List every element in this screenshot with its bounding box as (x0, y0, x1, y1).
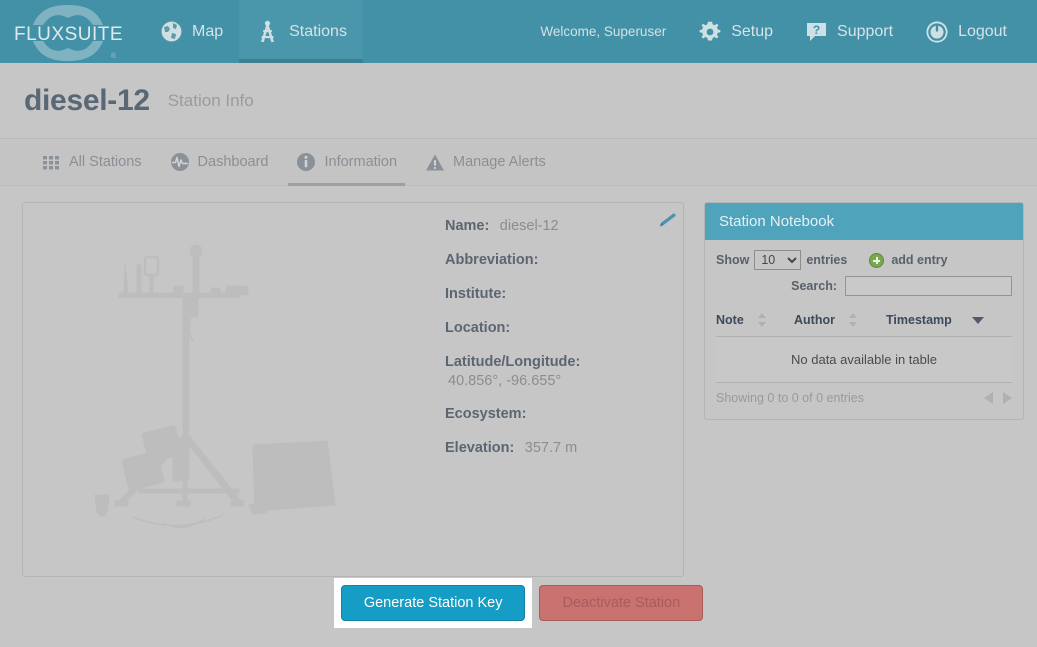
field-ecosystem: Ecosystem: (445, 405, 684, 423)
nav-label-support: Support (837, 23, 893, 41)
question-bubble-icon: ? (805, 20, 828, 43)
caret-left-icon[interactable] (984, 392, 993, 404)
notebook-search-row: Search: (716, 276, 1012, 296)
table-empty-row: No data available in table (716, 337, 1012, 383)
notebook-controls: Show 10 25 50 100 entries add entry (716, 250, 1012, 270)
action-button-row: Generate Station Key Deactivate Station (0, 578, 1037, 628)
notebook-footer: Showing 0 to 0 of 0 entries (716, 383, 1012, 419)
empty-message: No data available in table (716, 337, 1012, 383)
column-label-timestamp: Timestamp (886, 313, 952, 327)
page-title: diesel-12 (24, 84, 150, 118)
caret-right-icon[interactable] (1003, 392, 1012, 404)
nav-label-setup: Setup (731, 23, 773, 41)
column-label-author: Author (794, 313, 835, 327)
show-label: Show (716, 253, 749, 267)
notebook-header-row: Note Author Timestamp (716, 308, 1012, 337)
station-info-card: Name: diesel-12 Abbreviation: Institute:… (22, 202, 684, 577)
primary-nav-group: Map Stations (144, 0, 363, 63)
nav-item-map[interactable]: Map (144, 0, 239, 63)
notebook-table: Note Author Timestamp (716, 308, 1012, 383)
page-header: diesel-12 Station Info (0, 63, 1037, 139)
tab-label-all-stations: All Stations (69, 154, 142, 170)
field-label-location: Location: (445, 320, 510, 336)
field-value-elevation: 357.7 m (525, 440, 577, 456)
field-elevation: Elevation: 357.7 m (445, 439, 684, 457)
nav-label-logout: Logout (958, 23, 1007, 41)
field-abbreviation: Abbreviation: (445, 251, 684, 269)
nav-label-map: Map (192, 23, 223, 41)
welcome-message: Welcome, Superuser (540, 24, 666, 39)
nav-item-support[interactable]: ? Support (789, 0, 909, 63)
grid-icon (42, 153, 61, 172)
nav-item-stations[interactable]: Stations (239, 0, 363, 63)
sort-descending-icon (972, 317, 984, 324)
info-circle-icon (296, 152, 316, 172)
pagination-controls (984, 392, 1012, 404)
notebook-body: Show 10 25 50 100 entries add entry Sear… (705, 240, 1023, 419)
sort-both-icon (758, 313, 767, 327)
station-notebook-panel: Station Notebook Show 10 25 50 100 entri… (704, 202, 1024, 420)
generate-station-key-button[interactable]: Generate Station Key (341, 585, 526, 621)
tab-label-manage-alerts: Manage Alerts (453, 154, 546, 170)
svg-text:?: ? (813, 23, 820, 37)
deactivate-station-button[interactable]: Deactivate Station (539, 585, 703, 621)
field-location: Location: (445, 319, 684, 337)
field-name: Name: diesel-12 (445, 217, 684, 235)
notebook-search-input[interactable] (845, 276, 1012, 296)
globe-icon (160, 20, 183, 43)
field-label-ecosystem: Ecosystem: (445, 406, 526, 422)
station-fields-list: Name: diesel-12 Abbreviation: Institute:… (445, 217, 684, 473)
notebook-table-body: No data available in table (716, 337, 1012, 383)
column-header-author[interactable]: Author (794, 308, 886, 337)
add-entry-button[interactable]: add entry (869, 253, 947, 268)
flux-tower-illustration (63, 233, 423, 563)
green-plus-icon (869, 253, 884, 268)
logo-arc-bottom-icon (31, 40, 105, 62)
field-latitude-longitude: Latitude/Longitude: 40.856°, -96.655° (445, 353, 684, 389)
secondary-nav-group: Setup ? Support Logout (682, 0, 1023, 63)
tab-manage-alerts[interactable]: Manage Alerts (411, 139, 560, 186)
column-header-note[interactable]: Note (716, 308, 794, 337)
generate-key-focus-ring: Generate Station Key (334, 578, 533, 628)
column-label-note: Note (716, 313, 744, 327)
tab-all-stations[interactable]: All Stations (28, 139, 156, 186)
power-icon (925, 20, 949, 44)
main-content: Name: diesel-12 Abbreviation: Institute:… (0, 186, 1037, 577)
warning-triangle-icon (425, 153, 445, 172)
search-label: Search: (791, 279, 837, 293)
registered-mark: ® (111, 53, 116, 60)
entries-label: entries (806, 253, 847, 267)
field-label-abbreviation: Abbreviation: (445, 252, 538, 268)
nav-label-stations: Stations (289, 23, 347, 41)
page-subtitle: Station Info (168, 91, 254, 111)
section-tabs: All Stations Dashboard Information (0, 139, 1037, 186)
tab-label-information: Information (324, 154, 397, 170)
nav-item-logout[interactable]: Logout (909, 0, 1023, 63)
tab-label-dashboard: Dashboard (198, 154, 269, 170)
fluxsuite-logo[interactable]: FLUXSUITE ® (14, 2, 122, 62)
notebook-table-head: Note Author Timestamp (716, 308, 1012, 337)
gear-icon (698, 20, 722, 44)
nav-item-setup[interactable]: Setup (682, 0, 789, 63)
page-length-select[interactable]: 10 25 50 100 (754, 250, 801, 270)
logo-arc-top-icon (31, 4, 105, 26)
field-label-elevation: Elevation: (445, 440, 514, 456)
field-value-latitude-longitude: 40.856°, -96.655° (448, 373, 684, 389)
top-navigation-bar: FLUXSUITE ® Map (0, 0, 1037, 63)
field-label-institute: Institute: (445, 286, 506, 302)
tab-dashboard[interactable]: Dashboard (156, 139, 283, 186)
add-entry-label: add entry (891, 253, 947, 267)
field-value-name: diesel-12 (500, 218, 559, 234)
sort-both-icon (849, 313, 858, 327)
notebook-title: Station Notebook (705, 203, 1023, 240)
field-label-name: Name: (445, 218, 489, 234)
field-institute: Institute: (445, 285, 684, 303)
tower-icon (255, 19, 280, 44)
pulse-circle-icon (170, 152, 190, 172)
field-label-latitude-longitude: Latitude/Longitude: (445, 354, 580, 370)
column-header-timestamp[interactable]: Timestamp (886, 308, 1012, 337)
showing-entries-text: Showing 0 to 0 of 0 entries (716, 391, 864, 405)
tab-information[interactable]: Information (282, 139, 411, 186)
